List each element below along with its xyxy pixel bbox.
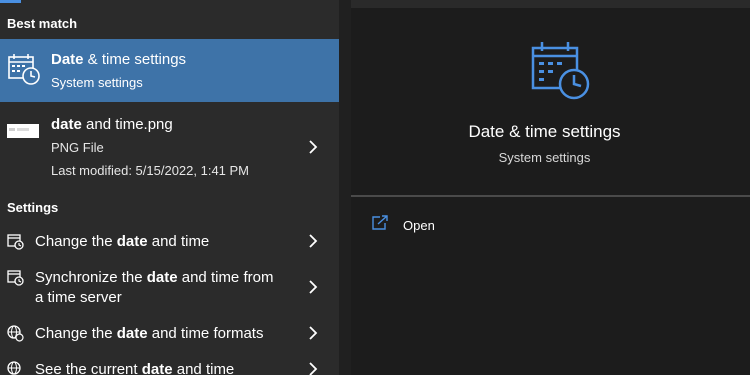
calendar-sync-icon [7,269,24,286]
calendar-clock-icon [530,40,592,102]
globe-clock-icon [7,361,24,375]
chevron-right-icon[interactable] [308,326,318,340]
best-match-header: Best match [7,16,78,31]
detail-subtitle: System settings [498,150,591,165]
best-match-title: Date & time settings [51,51,187,68]
result-details-panel: Date & time settings System settings Ope… [339,0,750,375]
calendar-settings-icon [7,233,24,250]
file-result-title[interactable]: date and time.png [51,116,173,133]
settings-item-change-formats[interactable]: Change the date and time formats [35,324,263,344]
panel-edge [339,0,351,375]
globe-settings-icon [7,325,24,342]
chevron-right-icon[interactable] [308,362,318,375]
search-results-panel: Best match Date & time settings System s… [0,0,339,375]
open-external-icon [371,214,389,232]
file-result-type: PNG File [51,140,104,155]
settings-header: Settings [7,200,59,215]
settings-item-see-current[interactable]: See the current date and time [35,360,234,375]
file-result-modified: Last modified: 5/15/2022, 1:41 PM [51,163,250,178]
chevron-right-icon[interactable] [308,234,318,248]
divider [351,195,750,197]
settings-item-change-date-time[interactable]: Change the date and time [35,232,209,252]
settings-item-synchronize[interactable]: Synchronize the date and time from a tim… [35,268,273,308]
detail-title: Date & time settings [468,122,621,141]
chevron-right-icon[interactable] [308,280,318,294]
file-thumbnail [7,124,39,138]
active-tab-indicator [0,0,21,3]
best-match-subtitle: System settings [51,75,143,90]
panel-top-strip [339,0,750,8]
calendar-clock-icon [7,52,41,86]
open-label: Open [403,218,435,233]
chevron-right-icon[interactable] [308,140,318,154]
best-match-result[interactable] [0,39,339,102]
